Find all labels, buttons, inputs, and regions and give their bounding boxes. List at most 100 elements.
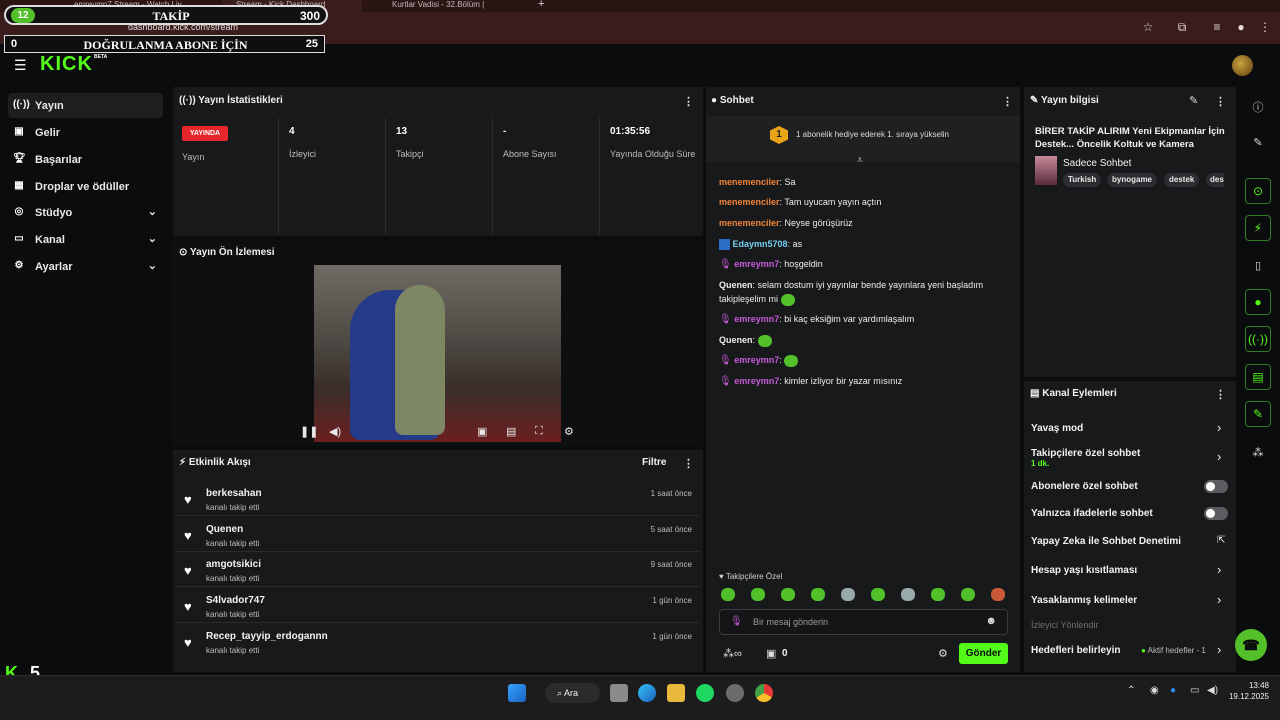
chat-username[interactable]: emreymn7: [734, 259, 779, 269]
preview-toggle-button[interactable]: ⊙: [1245, 178, 1271, 204]
wrench-toggle-button[interactable]: ✎: [1245, 401, 1271, 427]
tag[interactable]: des: [1206, 173, 1224, 187]
activity-user[interactable]: Recep_tayyip_erdogannn: [206, 631, 328, 642]
chat-username[interactable]: Quenen: [719, 280, 753, 290]
chat-username[interactable]: menemenciler: [719, 177, 780, 187]
chat-username[interactable]: menemenciler: [719, 218, 780, 228]
chat-username[interactable]: menemenciler: [719, 197, 780, 207]
subscribers-only-toggle[interactable]: [1204, 480, 1228, 493]
action-followers-only[interactable]: Takipçilere özel sohbet: [1031, 448, 1227, 459]
chat-settings-icon[interactable]: ⚙: [938, 647, 948, 660]
action-slow-mode[interactable]: Yavaş mod: [1031, 423, 1227, 434]
pause-icon[interactable]: ❚❚: [300, 425, 318, 438]
action-ai-moderation[interactable]: Yapay Zeka ile Sohbet Denetimi: [1031, 536, 1227, 547]
edit-icon[interactable]: ✎: [1189, 94, 1198, 107]
spotify-icon[interactable]: [696, 684, 714, 702]
action-account-age[interactable]: Hesap yaşı kısıtlaması: [1031, 565, 1227, 576]
task-view-icon[interactable]: [610, 684, 628, 702]
theater-icon[interactable]: ▤: [506, 425, 516, 438]
emote-icon[interactable]: [871, 588, 885, 601]
actions-more-icon[interactable]: ⋮: [1215, 388, 1226, 401]
windows-start-icon[interactable]: [508, 684, 526, 702]
chevron-right-icon[interactable]: ›: [1217, 449, 1221, 464]
collapse-icon[interactable]: ⩡: [857, 155, 863, 166]
activity-more-icon[interactable]: ⋮: [683, 457, 694, 470]
tag[interactable]: bynogame: [1107, 173, 1158, 187]
emoji-icon[interactable]: ☻: [985, 615, 997, 627]
extensions-icon[interactable]: ⧉: [1175, 20, 1189, 34]
clipboard-icon[interactable]: ▯: [1251, 259, 1265, 272]
emote-icon[interactable]: [991, 588, 1005, 601]
emote-icon[interactable]: [901, 588, 915, 601]
pencil-icon[interactable]: ✎: [1251, 136, 1265, 149]
sidebar-item-ayarlar[interactable]: ⚙ Ayarlar ⌄: [8, 254, 163, 279]
edge-icon[interactable]: [638, 684, 656, 702]
sidebar-item-gelir[interactable]: ▣ Gelir: [8, 120, 163, 145]
fullscreen-icon[interactable]: ⛶: [535, 425, 543, 438]
sidebar-item-kanal[interactable]: ▭ Kanal ⌄: [8, 227, 163, 252]
emote-icon[interactable]: [811, 588, 825, 601]
volume-icon[interactable]: ◀): [1207, 685, 1218, 696]
tag[interactable]: destek: [1164, 173, 1200, 187]
stats-more-icon[interactable]: ⋮: [683, 95, 694, 108]
hamburger-menu-icon[interactable]: ☰: [14, 57, 27, 74]
new-tab-icon[interactable]: +: [538, 0, 544, 10]
bookmark-star-icon[interactable]: ☆: [1141, 20, 1155, 34]
action-emotes-only[interactable]: Yalnızca ifadelerle sohbet: [1031, 508, 1227, 519]
chat-username[interactable]: emreymn7: [734, 355, 779, 365]
monitor-icon[interactable]: ▭: [1190, 685, 1199, 696]
chat-username[interactable]: Edaymn5708: [733, 239, 788, 249]
emote-icon[interactable]: [931, 588, 945, 601]
activity-toggle-button[interactable]: ⚡︎: [1245, 215, 1271, 241]
chevron-right-icon[interactable]: ›: [1217, 562, 1221, 577]
chat-toggle-button[interactable]: ●: [1245, 289, 1271, 315]
clock-time[interactable]: 13:48: [1237, 681, 1269, 690]
external-link-icon[interactable]: ⇱: [1217, 535, 1225, 546]
browser-menu-icon[interactable]: ⋮: [1258, 20, 1272, 34]
info-more-icon[interactable]: ⋮: [1215, 95, 1226, 108]
chat-more-icon[interactable]: ⋮: [1002, 95, 1013, 108]
chevron-right-icon[interactable]: ›: [1217, 642, 1221, 657]
activity-user[interactable]: Quenen: [206, 524, 243, 535]
tag[interactable]: Turkish: [1063, 173, 1102, 187]
send-button[interactable]: Gönder: [959, 643, 1008, 664]
tray-app-icon[interactable]: ●: [1170, 685, 1176, 696]
kick-logo[interactable]: KICK: [40, 53, 93, 76]
action-subscribers-only[interactable]: Abonelere özel sohbet: [1031, 481, 1227, 492]
filter-button[interactable]: Filtre: [642, 457, 666, 468]
gift-icon[interactable]: ▣: [766, 647, 776, 660]
chat-username[interactable]: emreymn7: [734, 314, 779, 324]
chevron-right-icon[interactable]: ›: [1217, 592, 1221, 607]
share-icon[interactable]: ⁂: [1251, 446, 1265, 459]
support-button[interactable]: ☎: [1235, 629, 1267, 661]
chat-username[interactable]: emreymn7: [734, 376, 779, 386]
sidebar-item-yayin[interactable]: ((·)) Yayın: [8, 93, 163, 118]
chrome-icon[interactable]: [755, 684, 773, 702]
broadcast-toggle-button[interactable]: ((·)): [1245, 326, 1271, 352]
taskbar-search[interactable]: ⌕ Ara: [545, 683, 600, 703]
emotes-only-toggle[interactable]: [1204, 507, 1228, 520]
media-icon[interactable]: ≡: [1210, 20, 1224, 34]
emote-icon[interactable]: [961, 588, 975, 601]
profile-icon[interactable]: ●: [1234, 20, 1248, 34]
actions-toggle-button[interactable]: ▤: [1245, 364, 1271, 390]
emote-icon[interactable]: [751, 588, 765, 601]
chat-input[interactable]: 🎙︎ Bir mesaj gönderin ☻: [719, 609, 1008, 635]
action-banned-words[interactable]: Yasaklanmış kelimeler: [1031, 595, 1227, 606]
category-name[interactable]: Sadece Sohbet: [1063, 158, 1131, 169]
activity-user[interactable]: amgotsikici: [206, 559, 261, 570]
emote-icon[interactable]: [841, 588, 855, 601]
clock-date[interactable]: 19.12.2025: [1222, 692, 1269, 701]
sidebar-item-studyo[interactable]: ◎ Stüdyo ⌄: [8, 200, 163, 225]
infinity-icon[interactable]: ⁂∞: [723, 647, 742, 660]
discord-icon[interactable]: ◉: [1150, 685, 1159, 696]
obs-icon[interactable]: [726, 684, 744, 702]
activity-user[interactable]: berkesahan: [206, 488, 262, 499]
volume-icon[interactable]: ◀): [329, 425, 341, 438]
settings-icon[interactable]: ⚙: [564, 425, 574, 438]
user-avatar[interactable]: [1232, 55, 1253, 76]
sidebar-item-basarilar[interactable]: 🏆︎ Başarılar: [8, 147, 163, 172]
emote-icon[interactable]: [721, 588, 735, 601]
emote-icon[interactable]: [781, 588, 795, 601]
sidebar-item-droplar[interactable]: ▦ Droplar ve ödüller: [8, 174, 163, 199]
